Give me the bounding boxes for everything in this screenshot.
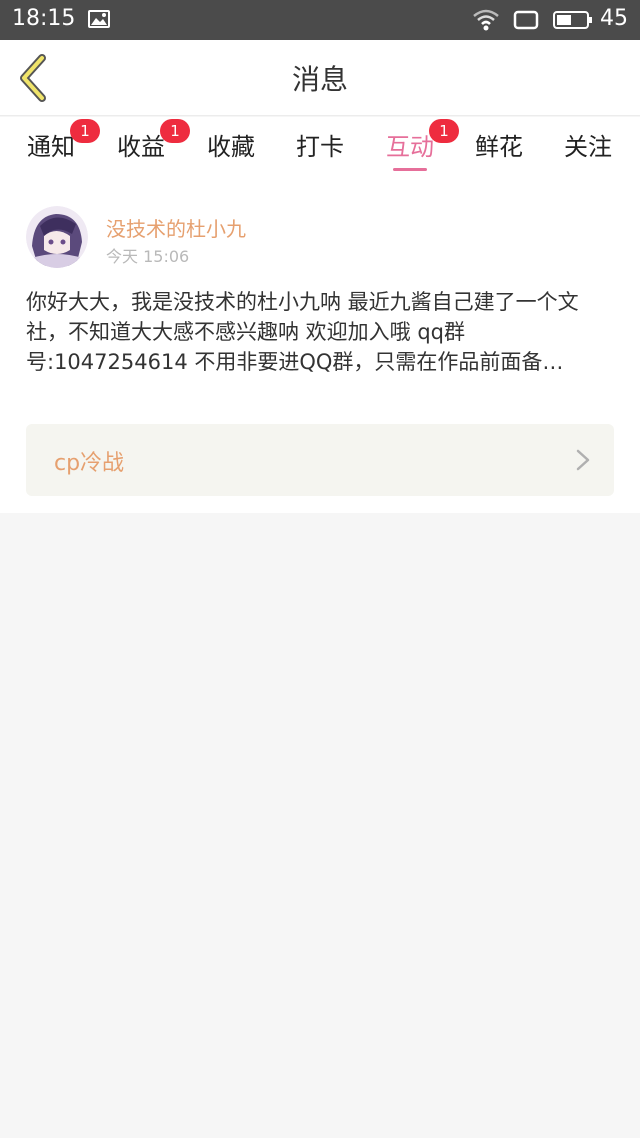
author-name[interactable]: 没技术的杜小九	[106, 213, 246, 242]
tab-label: 打卡	[296, 133, 344, 161]
active-tab-indicator	[393, 168, 427, 171]
tab-label: 通知	[27, 133, 75, 161]
message-body: 你好大大，我是没技术的杜小九呐 最近九酱自己建了一个文社，不知道大大感不感兴趣呐…	[26, 290, 579, 374]
unread-badge: 1	[429, 119, 459, 143]
tab-interactions[interactable]: 互动 1	[375, 119, 459, 179]
tab-notifications[interactable]: 通知 1	[16, 119, 100, 179]
wifi-icon	[473, 9, 499, 31]
status-bar: 18:15 45	[0, 0, 640, 40]
header: 消息	[0, 40, 640, 116]
screen-rotation-icon	[513, 10, 539, 30]
tab-bar: 通知 1 收益 1 收藏 打卡 互动 1 鲜花 关注	[0, 117, 640, 179]
status-time: 18:15	[12, 6, 76, 31]
tab-label: 收益	[117, 133, 165, 161]
message-card: 没技术的杜小九 今天 15:06 你好大大，我是没技术的杜小九呐 最近九酱自己建…	[0, 179, 640, 513]
linked-post-card[interactable]: cp冷战	[26, 424, 614, 496]
tab-favorites[interactable]: 收藏	[196, 127, 266, 179]
tab-checkin[interactable]: 打卡	[285, 127, 355, 179]
tab-label: 关注	[564, 133, 612, 161]
tab-following[interactable]: 关注	[553, 127, 623, 179]
image-notification-icon	[88, 10, 110, 28]
tab-flowers[interactable]: 鲜花	[464, 127, 534, 179]
page-title: 消息	[291, 63, 348, 96]
tab-label: 互动	[386, 133, 434, 161]
message-time: 今天 15:06	[106, 247, 190, 266]
tab-earnings[interactable]: 收益 1	[106, 119, 190, 179]
unread-badge: 1	[160, 119, 190, 143]
avatar-image	[26, 206, 88, 268]
unread-badge: 1	[70, 119, 100, 143]
battery-icon	[553, 11, 592, 29]
linked-post-title: cp冷战	[54, 451, 125, 476]
battery-level: 45	[600, 6, 628, 31]
chevron-right-icon	[576, 449, 590, 471]
avatar[interactable]	[26, 206, 88, 268]
tab-label: 收藏	[207, 133, 255, 161]
tab-label: 鲜花	[475, 133, 523, 161]
